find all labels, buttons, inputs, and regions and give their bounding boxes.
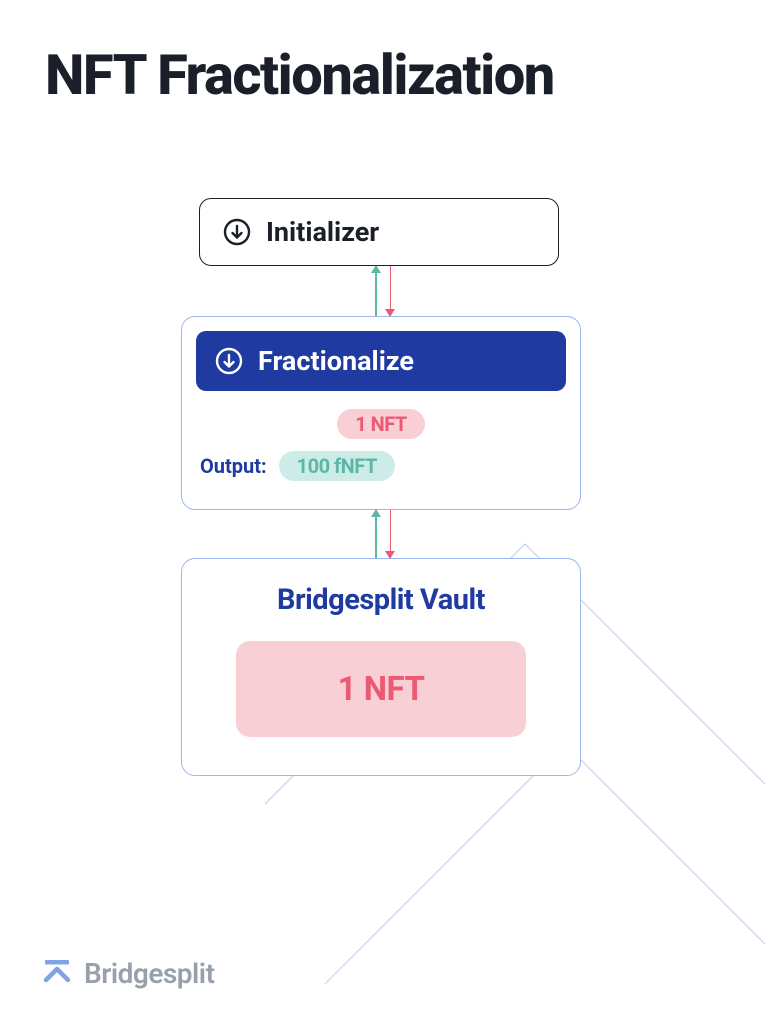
initializer-label: Initializer bbox=[266, 216, 379, 248]
initializer-box: Initializer bbox=[199, 198, 559, 266]
connector-arrows-1 bbox=[371, 266, 395, 316]
input-nft-pill: 1 NFT bbox=[337, 409, 425, 439]
page-title: NFT Fractionalization bbox=[45, 42, 554, 108]
fractionalize-box: Fractionalize 1 NFT Output: 100 fNFT bbox=[181, 316, 581, 510]
download-circle-icon bbox=[214, 346, 244, 376]
fractionalize-header: Fractionalize bbox=[196, 331, 566, 391]
download-circle-icon bbox=[222, 217, 252, 247]
fractionalize-label: Fractionalize bbox=[258, 345, 414, 377]
vault-nft-card: 1 NFT bbox=[236, 641, 526, 737]
output-label: Output: bbox=[200, 454, 267, 478]
output-fnft-pill: 100 fNFT bbox=[279, 451, 395, 481]
footer-brand: Bridgesplit bbox=[42, 956, 214, 990]
bridgesplit-logo-icon bbox=[42, 956, 72, 990]
vault-title: Bridgesplit Vault bbox=[277, 583, 485, 617]
connector-arrows-2 bbox=[371, 510, 395, 558]
footer-brand-name: Bridgesplit bbox=[84, 957, 214, 990]
vault-nft-label: 1 NFT bbox=[338, 670, 425, 709]
vault-box: Bridgesplit Vault 1 NFT bbox=[181, 558, 581, 776]
